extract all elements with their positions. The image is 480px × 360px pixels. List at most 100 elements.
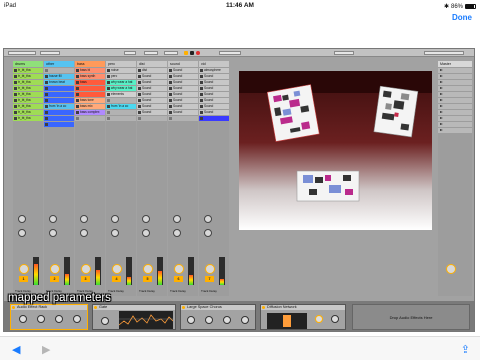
- clip-slot[interactable]: tr_bt_tha: [13, 98, 43, 103]
- empty-clip-slot[interactable]: [137, 116, 167, 121]
- clip-slot[interactable]: brown beat: [44, 80, 74, 85]
- size-knob[interactable]: [331, 315, 339, 323]
- empty-clip-slot[interactable]: [168, 116, 198, 121]
- empty-clip-slot[interactable]: [106, 98, 136, 103]
- scene-launch-button[interactable]: [438, 74, 472, 79]
- done-button[interactable]: Done: [452, 13, 472, 22]
- clip-slot[interactable]: Sound: [199, 86, 229, 91]
- empty-clip-slot[interactable]: [106, 116, 136, 121]
- track-activator-button[interactable]: 1: [19, 276, 28, 282]
- clip-slot[interactable]: Sound: [199, 74, 229, 79]
- clip-slot[interactable]: Sound: [168, 74, 198, 79]
- punch-field[interactable]: [219, 51, 241, 55]
- clip-slot[interactable]: Sound: [137, 104, 167, 109]
- pan-knob[interactable]: [81, 264, 91, 274]
- clip-slot[interactable]: Sound: [168, 110, 198, 115]
- chorus-device[interactable]: Large Space Chorus: [180, 304, 256, 330]
- master-title[interactable]: Master: [438, 61, 472, 67]
- clip-slot[interactable]: [44, 92, 74, 97]
- track-header[interactable]: vid: [199, 61, 229, 67]
- clip-slot[interactable]: [44, 116, 74, 121]
- empty-clip-slot[interactable]: [44, 68, 74, 73]
- loop-length[interactable]: [164, 51, 178, 55]
- scene-launch-button[interactable]: [438, 104, 472, 109]
- clip-slot[interactable]: Sound: [137, 110, 167, 115]
- clip-slot[interactable]: tr_bt_tha: [13, 92, 43, 97]
- clip-slot[interactable]: tr_bt_tha: [13, 110, 43, 115]
- chorus-knob[interactable]: [241, 316, 249, 324]
- macro-knob[interactable]: [19, 315, 27, 323]
- clip-slot[interactable]: atmosphere: [199, 68, 229, 73]
- track-activator-button[interactable]: 5: [143, 276, 152, 282]
- clip-slot[interactable]: dist: [137, 68, 167, 73]
- clip-slot[interactable]: Sound: [199, 110, 229, 115]
- clip-slot[interactable]: Sound: [168, 104, 198, 109]
- clip-slot[interactable]: house fill: [44, 74, 74, 79]
- send-a-knob[interactable]: [142, 215, 150, 223]
- send-a-knob[interactable]: [18, 215, 26, 223]
- track-activator-button[interactable]: 7: [205, 276, 214, 282]
- clip-slot[interactable]: Sound: [168, 80, 198, 85]
- clip-slot[interactable]: Sound: [199, 104, 229, 109]
- clip-slot[interactable]: why wear a hat: [106, 86, 136, 91]
- scene-launch-button[interactable]: [438, 116, 472, 121]
- send-a-knob[interactable]: [173, 215, 181, 223]
- track-header[interactable]: drums: [13, 61, 43, 67]
- drop-effects-zone[interactable]: Drop Audio Effects Here: [352, 304, 470, 330]
- send-b-knob[interactable]: [111, 229, 119, 237]
- scene-launch-button[interactable]: [438, 92, 472, 97]
- track-activator-button[interactable]: 2: [50, 276, 59, 282]
- send-a-knob[interactable]: [80, 215, 88, 223]
- clip-slot[interactable]: Sound: [168, 86, 198, 91]
- clip-slot[interactable]: tr_bt_tha: [13, 86, 43, 91]
- loop-start[interactable]: [144, 51, 158, 55]
- decay-knob[interactable]: [315, 315, 323, 323]
- pan-knob[interactable]: [50, 264, 60, 274]
- clip-slot[interactable]: [44, 86, 74, 91]
- key-midi-field[interactable]: [334, 51, 354, 55]
- empty-clip-slot[interactable]: [75, 116, 105, 121]
- clip-slot[interactable]: Sound: [137, 98, 167, 103]
- clip-slot[interactable]: from 'in a co: [44, 104, 74, 109]
- send-a-knob[interactable]: [111, 215, 119, 223]
- clip-slot[interactable]: bass tone: [75, 98, 105, 103]
- scene-launch-button[interactable]: [438, 80, 472, 85]
- clip-slot[interactable]: why wear a hat: [106, 80, 136, 85]
- clip-slot[interactable]: tr_bt_tha: [13, 104, 43, 109]
- scene-launch-button[interactable]: [438, 68, 472, 73]
- scene-launch-button[interactable]: [438, 128, 472, 133]
- clip-slot[interactable]: [44, 122, 74, 127]
- clip-slot[interactable]: tr_bt_tha: [13, 74, 43, 79]
- track-activator-button[interactable]: 4: [112, 276, 121, 282]
- send-b-knob[interactable]: [204, 229, 212, 237]
- forward-arrow-icon[interactable]: ▶: [42, 343, 50, 356]
- clip-slot[interactable]: Sound: [137, 92, 167, 97]
- clip-slot[interactable]: [199, 116, 229, 121]
- record-button[interactable]: [196, 51, 200, 55]
- clip-slot[interactable]: [75, 92, 105, 97]
- clip-slot[interactable]: Sound: [199, 98, 229, 103]
- gate-device[interactable]: Gate: [92, 304, 176, 330]
- clip-slot[interactable]: Sound: [168, 92, 198, 97]
- send-b-knob[interactable]: [80, 229, 88, 237]
- diffusion-device[interactable]: Diffusion Network: [260, 304, 346, 330]
- clip-slot[interactable]: bass bl: [75, 68, 105, 73]
- tempo-field[interactable]: [8, 51, 36, 55]
- clip-slot[interactable]: bass synth: [75, 74, 105, 79]
- clip-slot[interactable]: from 'in a co: [106, 104, 136, 109]
- play-button[interactable]: [184, 51, 188, 55]
- clip-slot[interactable]: tr_bt_tha: [13, 80, 43, 85]
- scene-launch-button[interactable]: [438, 122, 472, 127]
- clip-slot[interactable]: tr_bt_tha: [13, 68, 43, 73]
- track-header[interactable]: other: [44, 61, 74, 67]
- send-b-knob[interactable]: [173, 229, 181, 237]
- chorus-knob[interactable]: [187, 316, 195, 324]
- audio-effect-rack[interactable]: Audio Effect Rack: [10, 304, 88, 330]
- track-header[interactable]: perc: [106, 61, 136, 67]
- scene-launch-button[interactable]: [438, 98, 472, 103]
- chorus-knob[interactable]: [223, 316, 231, 324]
- clip-slot[interactable]: Sound: [137, 74, 167, 79]
- back-arrow-icon[interactable]: ◀: [12, 343, 20, 356]
- share-icon[interactable]: ⇪: [461, 343, 470, 356]
- master-volume-knob[interactable]: [446, 264, 456, 274]
